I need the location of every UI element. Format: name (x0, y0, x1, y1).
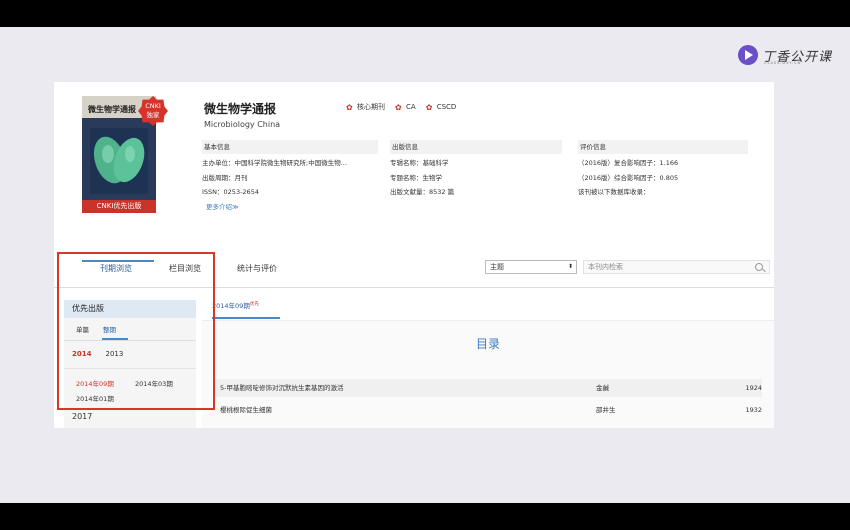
table-row[interactable]: 樱桃根际促生细菌 邵井生 1932 (214, 401, 762, 419)
search-field-select[interactable]: 主题 ⬍ (485, 260, 577, 274)
current-issue-tab[interactable]: 2014年09期优先 (212, 300, 259, 310)
award-icon: ✿ (346, 102, 353, 112)
article-title[interactable]: 5-甲基胞嘧啶修饰对沉默抗生素基因的激活 (220, 379, 343, 397)
search-icon[interactable] (755, 263, 763, 271)
tag-core: ✿ 核心期刊 (346, 102, 385, 112)
article-page: 1924 (745, 384, 762, 392)
article-title[interactable]: 樱桃根际促生细菌 (220, 401, 272, 419)
tag-ca: ✿ CA (395, 102, 416, 112)
cnki-exclusive-badge: CNKI 独家 (138, 96, 168, 126)
more-intro-link[interactable]: 更多介绍≫ (202, 200, 378, 215)
cover-microbe-image (90, 128, 148, 194)
toc-panel: 目录 5-甲基胞嘧啶修饰对沉默抗生素基因的激活 金鹹 1924 樱桃根际促生细菌… (202, 320, 774, 428)
table-row[interactable]: 5-甲基胞嘧啶修饰对沉默抗生素基因的激活 金鹹 1924 (214, 379, 762, 397)
journal-title: 微生物学通报 (204, 102, 277, 116)
play-circle-icon (738, 45, 758, 65)
highlight-annotation-box (57, 252, 215, 410)
tag-cscd: ✿ CSCD (425, 102, 457, 112)
evaluation-info: 评价信息 （2016版）复合影响因子：1.166 （2016版）综合影响因子：0… (578, 140, 748, 200)
publish-info: 出版信息 专辑名称：基础科学 专题名称：生物学 出版文献量：8532 篇 (390, 140, 562, 200)
article-page: 1932 (745, 406, 762, 414)
journal-search-input[interactable]: 本刊内检索 (583, 260, 770, 274)
award-icon: ✿ (395, 102, 402, 112)
year-2017[interactable]: 2017 (72, 412, 92, 421)
journal-title-en: Microbiology China (204, 120, 281, 129)
cover-band: CNKI优先出版 (82, 200, 156, 213)
cover-title: 微生物学通报 (88, 105, 136, 114)
chevron-updown-icon: ⬍ (567, 263, 573, 270)
tab-statistics[interactable]: 统计与评价 (237, 263, 277, 274)
brand-subtitle: CLASS.DXY.CN (764, 61, 802, 65)
award-icon: ✿ (425, 102, 433, 112)
journal-tags: ✿ 核心期刊 ✿ CA ✿ CSCD (346, 102, 456, 112)
toc-title: 目录 (475, 337, 500, 351)
brand-watermark: 丁香公开课 CLASS.DXY.CN (738, 45, 832, 65)
article-author[interactable]: 邵井生 (596, 401, 616, 419)
article-author[interactable]: 金鹹 (596, 379, 609, 397)
basic-info: 基本信息 主办单位：中国科学院微生物研究所;中国微生物... 出版周期：月刊 I… (202, 140, 378, 214)
